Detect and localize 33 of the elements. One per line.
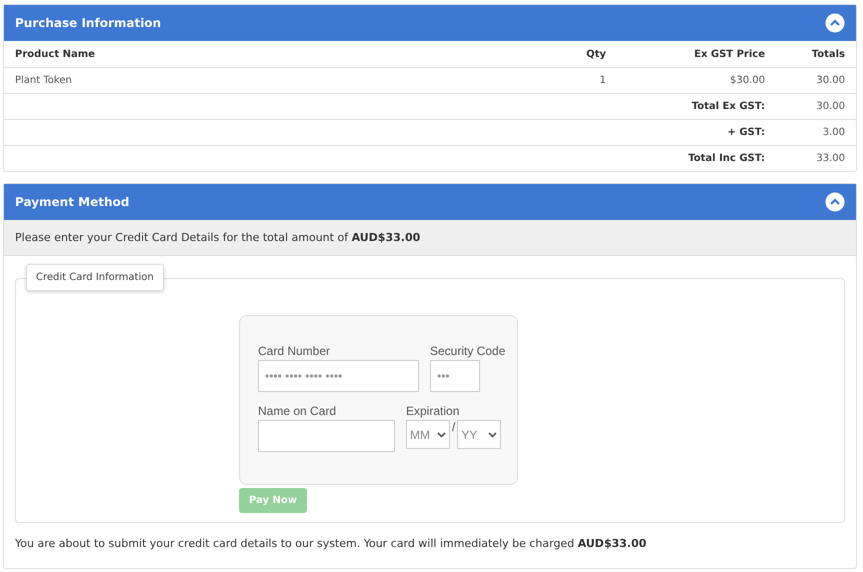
summary-value: 33.00 (815, 153, 845, 164)
column-header: Ex GST Price (693, 48, 765, 60)
month-select[interactable]: MM (406, 420, 450, 449)
caret-icon (488, 432, 498, 438)
table-cell-text: $30.00 (729, 75, 765, 86)
field-label: Card Number (258, 344, 332, 358)
panel-title: Purchase Information (15, 16, 162, 30)
caret-icon (437, 432, 446, 438)
card-number-field[interactable]: •••• •••• •••• •••• (258, 360, 419, 392)
column-header: Qty (585, 48, 606, 60)
column-header: Product Name (15, 48, 96, 60)
panel-title: Payment Method (15, 195, 130, 209)
year-select[interactable]: YY (457, 420, 502, 449)
table-cell-text: 30.00 (815, 75, 845, 86)
summary-label: Total Ex GST: (690, 101, 765, 112)
security-code-field[interactable]: ••• (430, 360, 480, 392)
column-header: Totals (810, 48, 845, 60)
field-label: Security Code (430, 344, 506, 358)
charge-notice: You are about to submit your credit card details to our system. Your card will immediately be charged AUD$33.00 (15, 536, 648, 552)
date-separator: / (452, 420, 456, 434)
name-field[interactable] (258, 420, 395, 452)
field-label: Expiration (406, 404, 460, 418)
summary-value: 30.00 (815, 101, 845, 112)
summary-value: 3.00 (822, 127, 845, 138)
table-cell-text: Plant Token (15, 75, 73, 86)
collapse-icon[interactable] (825, 192, 845, 212)
summary-label: + GST: (726, 127, 765, 138)
notice-text: Please enter your Credit Card Details for the total amount of AUD$33.00 (15, 231, 420, 244)
field-label: Name on Card (258, 404, 338, 418)
table-cell-text: 1 (598, 75, 606, 86)
collapse-icon[interactable] (825, 13, 845, 33)
summary-label: Total Inc GST: (687, 153, 765, 164)
fieldset-legend: Credit Card Information (26, 264, 164, 291)
